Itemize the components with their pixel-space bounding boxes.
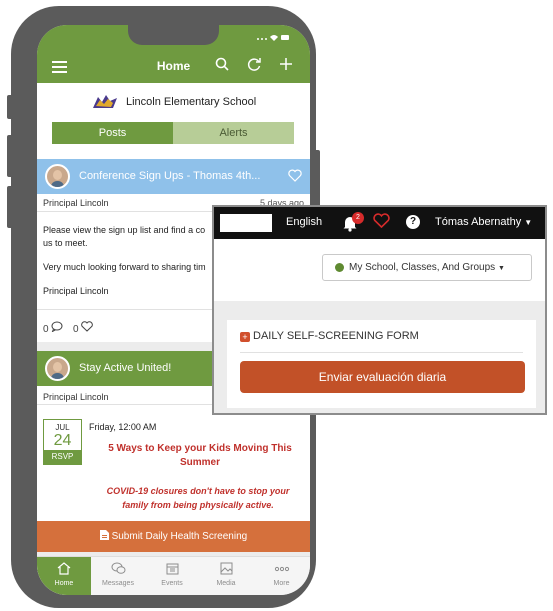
- home-icon: [37, 562, 91, 577]
- page-title: Home: [156, 59, 191, 73]
- post-title: Conference Sign Ups - Thomas 4th...: [79, 170, 261, 182]
- tab-home[interactable]: Home: [37, 557, 91, 595]
- document-icon: [99, 530, 109, 540]
- tab-label: Media: [216, 580, 236, 587]
- event-day: 24: [53, 432, 72, 449]
- tab-more[interactable]: More: [253, 557, 310, 595]
- user-name: Tómas Abernathy: [435, 216, 522, 228]
- chevron-down-icon: ▼: [497, 265, 505, 272]
- scope-select[interactable]: My School, Classes, And Groups ▼: [322, 254, 532, 281]
- bottom-tab-bar: Home Messages Events Media More: [37, 556, 310, 595]
- school-logo-icon: [93, 95, 117, 108]
- self-screening-card: + DAILY SELF-SCREENING FORM Enviar evalua…: [227, 320, 536, 408]
- avatar: [45, 164, 70, 189]
- submit-daily-evaluation-button[interactable]: Enviar evaluación diaria: [240, 361, 525, 393]
- tab-label: Messages: [102, 580, 134, 587]
- post-body-line: us to meet.: [43, 238, 88, 248]
- tab-label: Home: [54, 580, 74, 587]
- tab-label: More: [273, 580, 290, 587]
- rsvp-button[interactable]: RSVP: [44, 450, 81, 464]
- school-name: Lincoln Elementary School: [126, 96, 257, 108]
- event-headline: Summer: [179, 457, 220, 468]
- phone-silent-switch: [7, 95, 13, 119]
- tab-label: Events: [161, 580, 183, 587]
- desktop-popout: English 2 ? Tómas Abernathy ▼ My School,…: [212, 205, 547, 415]
- user-menu[interactable]: Tómas Abernathy ▼: [435, 216, 532, 228]
- phone-volume-down: [7, 186, 13, 228]
- help-icon[interactable]: ?: [406, 215, 420, 229]
- language-selector[interactable]: English: [286, 216, 322, 228]
- more-icon: [253, 562, 310, 577]
- form-title-text: DAILY SELF-SCREENING FORM: [253, 330, 419, 342]
- tab-alerts[interactable]: Alerts: [173, 122, 294, 144]
- phone-volume-up: [7, 135, 13, 177]
- avatar: [45, 356, 70, 381]
- plus-square-icon: +: [240, 332, 250, 342]
- media-icon: [199, 562, 253, 577]
- tab-messages[interactable]: Messages: [91, 557, 145, 595]
- chevron-down-icon: ▼: [524, 218, 533, 227]
- desktop-top-bar: English 2 ? Tómas Abernathy ▼: [214, 207, 545, 239]
- status-dot-icon: [335, 263, 344, 272]
- event-month: JUL: [55, 423, 70, 432]
- post-author: Principal Lincoln: [43, 392, 109, 402]
- like-count-value: 0: [73, 324, 79, 335]
- phone-notch: [128, 25, 219, 45]
- post-title: Stay Active United!: [79, 362, 172, 374]
- like-count[interactable]: 0: [73, 321, 94, 335]
- heart-outline-icon[interactable]: [288, 169, 302, 187]
- tab-media[interactable]: Media: [199, 557, 253, 595]
- comment-count[interactable]: 0: [43, 321, 63, 335]
- post-signature: Principal Lincoln: [43, 286, 109, 296]
- event-description: family from being physically active.: [122, 500, 274, 510]
- events-icon: [145, 562, 199, 577]
- heart-outline-icon: [81, 321, 94, 332]
- event-date-badge[interactable]: JUL 24 RSVP: [43, 419, 82, 465]
- tab-posts[interactable]: Posts: [52, 122, 173, 144]
- wifi-battery-icon: [257, 35, 289, 41]
- search-input[interactable]: [220, 214, 272, 232]
- desktop-filter-bar: My School, Classes, And Groups ▼: [214, 239, 545, 301]
- submit-health-screening-label: Submit Daily Health Screening: [111, 531, 248, 542]
- heart-outline-icon[interactable]: [373, 213, 390, 233]
- scope-select-value: My School, Classes, And Groups: [349, 262, 496, 273]
- event-description: COVID-19 closures don't have to stop you…: [106, 486, 290, 496]
- tab-events[interactable]: Events: [145, 557, 199, 595]
- event-headline: 5 Ways to Keep your Kids Moving This: [108, 443, 292, 454]
- status-icons: [256, 33, 290, 44]
- post-body-line: Please view the sign up list and find a …: [43, 225, 206, 235]
- school-bar: Lincoln Elementary School Posts Alerts: [37, 83, 310, 159]
- messages-icon: [91, 562, 145, 577]
- phone-power-button: [314, 150, 320, 212]
- event-time: Friday, 12:00 AM: [89, 422, 157, 432]
- notification-badge: 2: [352, 212, 364, 224]
- add-icon[interactable]: [279, 57, 293, 75]
- search-icon[interactable]: [215, 57, 229, 75]
- post-header: Conference Sign Ups - Thomas 4th...: [37, 159, 310, 194]
- post-body-line: Very much looking forward to sharing tim: [43, 262, 206, 272]
- comment-icon: [51, 321, 63, 333]
- form-title: + DAILY SELF-SCREENING FORM: [240, 330, 419, 342]
- refresh-icon[interactable]: [247, 57, 262, 76]
- post-author: Principal Lincoln: [43, 198, 109, 208]
- divider: [240, 352, 523, 353]
- comment-count-value: 0: [43, 324, 49, 335]
- submit-health-screening-button[interactable]: Submit Daily Health Screening: [37, 521, 310, 552]
